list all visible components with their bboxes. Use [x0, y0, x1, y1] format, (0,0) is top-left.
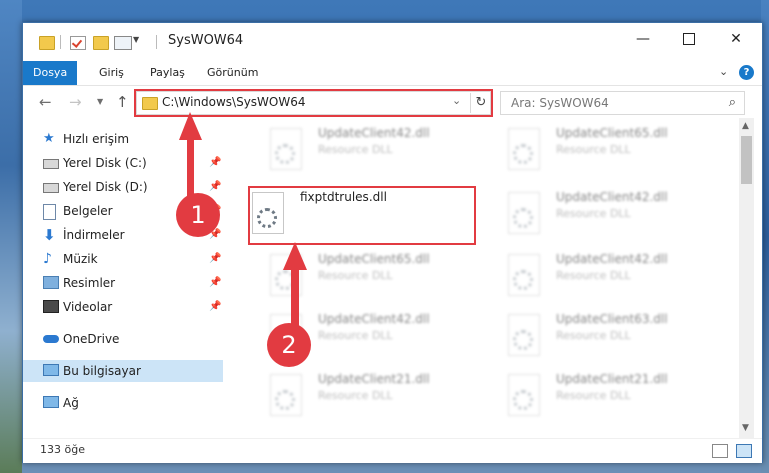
- step-marker-2: 2: [267, 323, 311, 367]
- annotation-overlay: [179, 112, 307, 330]
- arrow-2-icon: [283, 242, 307, 330]
- arrow-1-icon: [179, 112, 202, 200]
- step-marker-1: 1: [176, 193, 220, 237]
